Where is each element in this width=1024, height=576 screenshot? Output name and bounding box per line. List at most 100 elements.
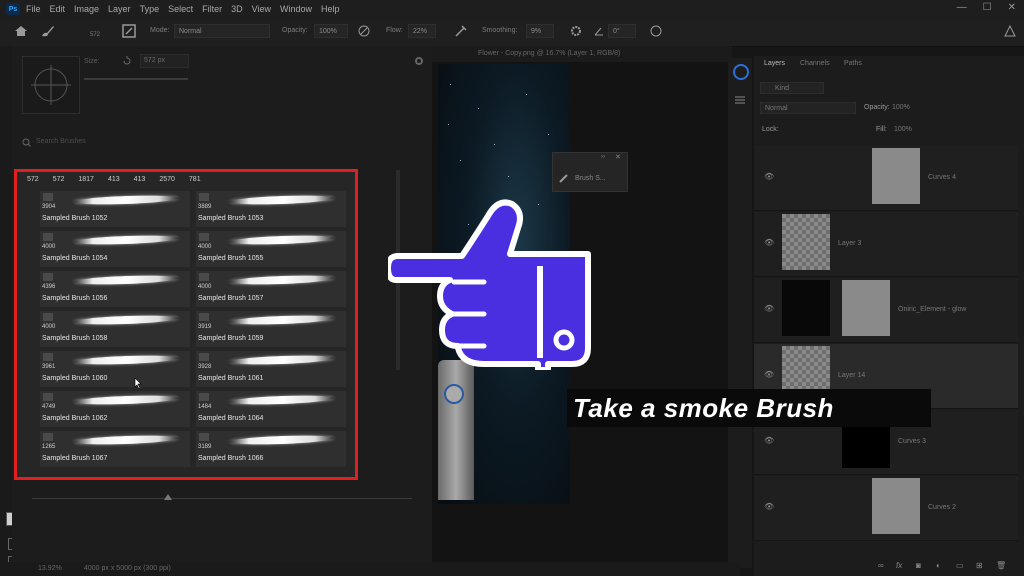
menu-select[interactable]: Select [168,4,193,14]
preset-size[interactable]: 2570 [159,176,175,183]
eye-icon[interactable]: 👁 [764,436,774,445]
document-title: Flower - Copy.png @ 16.7% (Layer 1, RGB/… [478,50,621,57]
layer-opacity-input[interactable]: 100% [892,102,928,114]
size-slider[interactable] [84,78,188,80]
brush-preset[interactable]: 3919 Sampled Brush 1059 [195,310,347,348]
brush-preset[interactable]: 3189 Sampled Brush 1066 [195,430,347,468]
preset-size[interactable]: 572 [27,176,39,183]
menu-filter[interactable]: Filter [202,4,222,14]
menu-3d[interactable]: 3D [231,4,243,14]
layer-name: Curves 3 [898,438,927,445]
layer-row[interactable]: 👁 Oniric_Element - glow [754,278,1018,343]
brush-preset[interactable]: 4000 Sampled Brush 1057 [195,270,347,308]
mini-panel-label: Brush S... [575,175,606,182]
brush-preset[interactable]: 3961 Sampled Brush 1060 [39,350,191,388]
layer-thumbnail [782,280,830,336]
smoothing-input[interactable]: 9% [526,24,554,38]
tab-channels[interactable]: Channels [800,60,830,67]
brush-settings-mini-panel[interactable]: ›› ✕ Brush S... [552,152,628,192]
brush-tool-icon[interactable] [40,24,56,38]
brush-preset[interactable]: 4396 Sampled Brush 1056 [39,270,191,308]
brush-search-input[interactable]: Search Brushes [36,136,186,148]
add-mask-icon[interactable]: ◙ [916,561,921,570]
brush-stroke-preview [229,194,335,206]
adjustments-icon[interactable] [734,94,746,106]
link-layers-icon[interactable]: ∞ [878,561,884,570]
learn-icon[interactable] [733,64,749,80]
brush-preset[interactable]: 1484 Sampled Brush 1064 [195,390,347,428]
layer-row[interactable]: 👁 Curves 2 [754,476,1018,541]
brush-preset[interactable]: 4000 Sampled Brush 1054 [39,230,191,268]
brush-stroke-preview [229,434,335,446]
pressure-size-icon[interactable] [650,25,662,37]
eye-icon[interactable]: 👁 [764,502,774,511]
panel-menu-icon[interactable] [414,56,424,66]
delete-layer-icon[interactable]: 🗑 [996,561,1006,570]
flow-input[interactable]: 22% [408,24,436,38]
pressure-opacity-icon[interactable] [358,25,370,37]
blend-mode-select[interactable]: Normal [760,102,856,114]
menu-view[interactable]: View [252,4,271,14]
opacity-input[interactable]: 100% [314,24,348,38]
mode-select[interactable]: Normal [174,24,270,38]
layer-row[interactable]: 👁 Curves 4 [754,146,1018,211]
brush-tip-icon [43,233,53,241]
layers-footer: ∞ fx ◙ ◐ ▭ ⊞ 🗑 [754,556,1024,576]
document-tab[interactable]: Flower - Copy.png @ 16.7% (Layer 1, RGB/… [432,46,732,62]
brush-size-badge[interactable]: 572 [90,32,100,38]
collapse-icon[interactable]: ›› [601,154,605,160]
brush-preset[interactable]: 4000 Sampled Brush 1058 [39,310,191,348]
adjustment-layer-icon[interactable]: ◐ [936,561,941,570]
eye-icon[interactable]: 👁 [764,304,774,313]
status-zoom[interactable]: 13.92% [38,565,62,572]
reset-icon[interactable] [122,56,132,66]
new-layer-icon[interactable]: ⊞ [976,561,983,570]
brush-tip-icon [199,433,209,441]
gear-icon[interactable] [570,25,582,37]
tab-paths[interactable]: Paths [844,60,862,67]
new-group-icon[interactable]: ▭ [956,561,964,570]
layer-row[interactable]: 👁 Layer 3 [754,212,1018,277]
menu-edit[interactable]: Edit [50,4,66,14]
fx-icon[interactable]: fx [896,561,902,570]
slider-handle-icon[interactable] [164,494,172,500]
preset-size[interactable]: 1817 [78,176,94,183]
brush-preset[interactable]: 3904 Sampled Brush 1052 [39,190,191,228]
home-icon[interactable] [14,25,28,37]
panel-icon-strip [728,58,752,568]
close-icon[interactable]: ✕ [615,153,621,161]
eye-icon[interactable]: 👁 [764,370,774,379]
brush-settings-icon[interactable] [122,24,136,38]
maximize-icon[interactable]: ☐ [983,2,992,13]
brush-preset[interactable]: 4749 Sampled Brush 1062 [39,390,191,428]
layer-filter-select[interactable]: Kind [760,82,824,94]
preview-size-slider[interactable] [32,498,412,499]
preset-size[interactable]: 781 [189,176,201,183]
brush-tip-icon [199,273,209,281]
menu-window[interactable]: Window [280,4,312,14]
tab-layers[interactable]: Layers [764,60,785,67]
menu-layer[interactable]: Layer [108,4,131,14]
menu-file[interactable]: File [26,4,41,14]
symmetry-icon[interactable] [1004,25,1016,37]
preset-size[interactable]: 572 [53,176,65,183]
eye-icon[interactable]: 👁 [764,238,774,247]
brush-preset[interactable]: 4000 Sampled Brush 1055 [195,230,347,268]
mode-label: Mode: [150,27,170,34]
airbrush-icon[interactable] [454,24,468,38]
preset-size[interactable]: 413 [108,176,120,183]
preset-size[interactable]: 413 [134,176,146,183]
eye-icon[interactable]: 👁 [764,172,774,181]
minimize-icon[interactable]: — [957,2,967,13]
brush-angle-preview[interactable] [22,56,80,114]
menu-image[interactable]: Image [74,4,99,14]
brush-preset[interactable]: 3889 Sampled Brush 1053 [195,190,347,228]
brush-preset[interactable]: 1265 Sampled Brush 1067 [39,430,191,468]
close-icon[interactable]: ✕ [1008,2,1016,13]
angle-input[interactable]: 0° [608,24,636,38]
fill-input[interactable]: 100% [894,124,930,136]
brush-preset[interactable]: 3928 Sampled Brush 1061 [195,350,347,388]
size-input[interactable]: 572 px [140,54,189,68]
menu-help[interactable]: Help [321,4,340,14]
menu-type[interactable]: Type [140,4,160,14]
